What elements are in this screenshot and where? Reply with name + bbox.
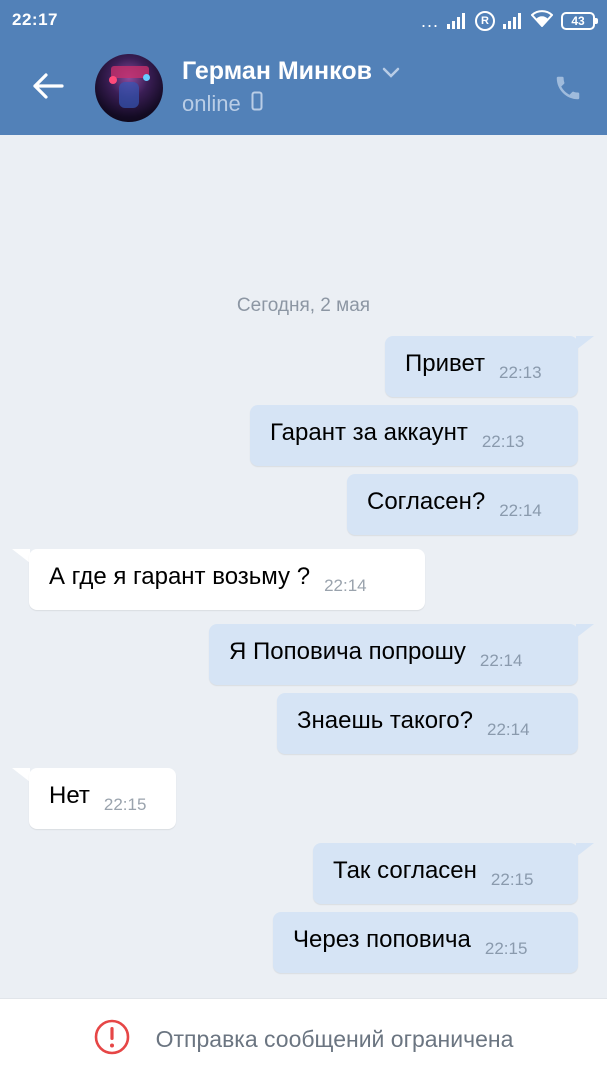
message-text: Через поповича <box>293 925 471 953</box>
message-bubble[interactable]: Согласен? 22:14 <box>347 474 578 535</box>
message-time: 22:13 <box>481 431 525 451</box>
bubble-tail <box>576 624 594 638</box>
message-bubble[interactable]: Так согласен 22:15 <box>313 843 578 904</box>
bubble-tail <box>12 768 30 782</box>
message-text: Нет <box>49 781 90 809</box>
message-time: 22:14 <box>479 650 523 670</box>
battery-icon: 43 <box>561 11 598 30</box>
status-bar: 22:17 ... R 43 <box>0 0 607 40</box>
message-bubble[interactable]: А где я гарант возьму ? 22:14 <box>29 549 425 610</box>
contact-name-button[interactable]: Герман Минков <box>182 57 400 86</box>
warning-icon <box>94 1019 130 1060</box>
phone-icon <box>553 73 583 108</box>
bubble-tail <box>576 843 594 857</box>
bubble-tail <box>576 336 594 350</box>
bubble-tail <box>12 549 30 563</box>
message-time: 22:14 <box>499 500 542 520</box>
contact-status: online <box>182 91 263 117</box>
message-time: 22:14 <box>324 575 367 595</box>
message-bubble[interactable]: Гарант за аккаунт 22:13 <box>250 405 578 466</box>
app-bar: 22:17 ... R 43 Герман Минков online <box>0 0 607 135</box>
message-time: 22:15 <box>103 794 147 814</box>
online-status: online <box>182 91 241 116</box>
roaming-icon: R <box>475 10 495 31</box>
restriction-text: Отправка сообщений ограничена <box>155 1026 514 1052</box>
date-separator: Сегодня, 2 мая <box>236 295 371 316</box>
notification-dots-icon: ... <box>420 10 439 31</box>
message-time: 22:15 <box>490 869 534 889</box>
message-bubble[interactable]: Привет 22:13 <box>385 336 578 397</box>
message-text: Согласен? <box>367 487 486 515</box>
message-bubble[interactable]: Через поповича 22:15 <box>273 912 578 973</box>
message-time: 22:15 <box>484 938 528 958</box>
message-text: Так согласен <box>333 856 477 884</box>
message-bubble[interactable]: Знаешь такого? 22:14 <box>277 693 578 754</box>
chat-header: Герман Минков online <box>0 40 607 135</box>
message-bubble[interactable]: Нет 22:15 <box>29 768 176 829</box>
arrow-left-icon <box>32 72 64 105</box>
message-bubble[interactable]: Я Поповича попрошу 22:14 <box>209 624 578 685</box>
wifi-icon <box>530 9 554 32</box>
signal-icon-2 <box>503 12 523 29</box>
status-icons: ... R 43 <box>420 9 598 32</box>
contact-name: Герман Минков <box>182 57 372 85</box>
message-time: 22:13 <box>499 362 542 382</box>
message-text: Я Поповича попрошу <box>229 637 466 665</box>
signal-icon <box>447 12 467 29</box>
message-text: Привет <box>405 349 486 377</box>
chevron-down-icon <box>382 57 400 86</box>
back-button[interactable] <box>26 66 70 110</box>
mobile-device-icon <box>251 91 263 117</box>
message-text: Гарант за аккаунт <box>270 418 468 446</box>
call-button[interactable] <box>548 70 588 110</box>
status-time: 22:17 <box>12 10 58 29</box>
avatar[interactable] <box>95 54 163 122</box>
message-text: Знаешь такого? <box>297 706 473 734</box>
message-text: А где я гарант возьму ? <box>49 562 311 590</box>
message-time: 22:14 <box>486 719 530 739</box>
restriction-bar: Отправка сообщений ограничена <box>0 998 607 1080</box>
